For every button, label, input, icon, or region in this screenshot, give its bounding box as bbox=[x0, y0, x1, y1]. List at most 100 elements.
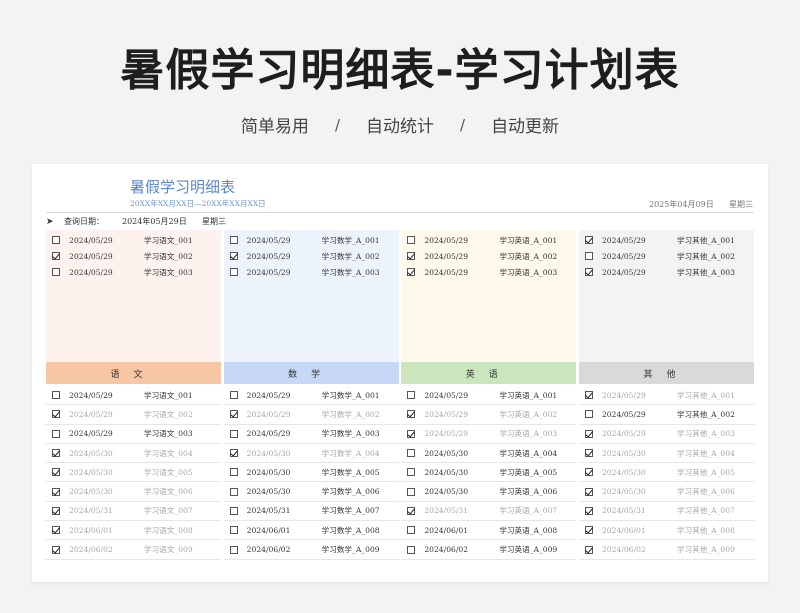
unchecked-checkbox[interactable] bbox=[52, 391, 60, 400]
task-name: 学习数学_A_008 bbox=[321, 525, 380, 535]
task-row: 2024/05/29 学习英语_A_003 bbox=[401, 264, 576, 280]
task-row: 2024/06/01 学习数学_A_008 bbox=[223, 521, 399, 541]
checked-checkbox[interactable] bbox=[407, 252, 416, 261]
checked-checkbox[interactable] bbox=[584, 268, 593, 277]
summary-panel-chinese: 2024/05/29 学习语文_001 2024/05/29 学习语文_002 2024… bbox=[46, 230, 221, 362]
unchecked-checkbox[interactable] bbox=[229, 468, 238, 477]
column-header-english: 英语 bbox=[401, 362, 577, 384]
task-date: 2024/05/30 bbox=[424, 487, 469, 497]
hero-title: 暑假学习明细表-学习计划表 bbox=[120, 45, 680, 96]
task-date: 2024/05/29 bbox=[69, 409, 113, 419]
unchecked-checkbox[interactable] bbox=[52, 268, 60, 277]
column-math: 2024/05/29 学习数学_A_001 2024/05/29 学习数学_A_002… bbox=[223, 230, 399, 582]
checked-checkbox[interactable] bbox=[229, 252, 238, 261]
checked-checkbox[interactable] bbox=[584, 487, 593, 496]
task-row: 2024/05/29 学习数学_A_003 bbox=[223, 425, 399, 444]
checked-checkbox[interactable] bbox=[584, 429, 593, 438]
unchecked-checkbox[interactable] bbox=[407, 236, 416, 245]
checked-checkbox[interactable] bbox=[584, 468, 593, 477]
task-row: 2024/05/30 学习英语_A_004 bbox=[401, 444, 577, 464]
task-name: 学习数学_A_004 bbox=[321, 448, 380, 458]
task-date: 2024/05/29 bbox=[424, 429, 469, 439]
task-row: 2024/05/29 学习其他_A_002 bbox=[578, 405, 754, 425]
checked-checkbox[interactable] bbox=[584, 506, 593, 515]
checked-checkbox[interactable] bbox=[52, 410, 60, 419]
task-row: 2024/05/29 学习语文_003 bbox=[46, 425, 221, 444]
task-date: 2024/05/31 bbox=[246, 506, 291, 516]
checked-checkbox[interactable] bbox=[52, 252, 60, 261]
task-name: 学习英语_A_006 bbox=[499, 487, 558, 497]
unchecked-checkbox[interactable] bbox=[407, 487, 416, 496]
checked-checkbox[interactable] bbox=[52, 545, 60, 554]
unchecked-checkbox[interactable] bbox=[407, 526, 416, 535]
unchecked-checkbox[interactable] bbox=[407, 468, 416, 477]
task-row: 2024/05/29 学习数学_A_001 bbox=[223, 386, 399, 406]
unchecked-checkbox[interactable] bbox=[52, 429, 60, 438]
task-name: 学习语文_003 bbox=[144, 429, 193, 439]
unchecked-checkbox[interactable] bbox=[407, 545, 416, 554]
task-date: 2024/05/29 bbox=[246, 429, 291, 439]
unchecked-checkbox[interactable] bbox=[229, 487, 238, 496]
task-name: 学习语文_006 bbox=[144, 487, 193, 497]
checked-checkbox[interactable] bbox=[229, 410, 238, 419]
task-name: 学习语文_002 bbox=[144, 251, 193, 261]
task-date: 2024/05/29 bbox=[424, 251, 469, 261]
task-name: 学习数学_A_002 bbox=[321, 251, 380, 261]
task-list-chinese: 2024/05/29 学习语文_001 2024/05/29 学习语文_002 2024… bbox=[46, 384, 221, 560]
unchecked-checkbox[interactable] bbox=[229, 526, 238, 535]
task-date: 2024/05/29 bbox=[246, 390, 291, 400]
task-row: 2024/05/29 学习语文_001 bbox=[46, 232, 221, 248]
checked-checkbox[interactable] bbox=[52, 506, 60, 515]
task-row: 2024/05/29 学习其他_A_002 bbox=[579, 248, 754, 264]
task-date: 2024/06/01 bbox=[424, 525, 469, 535]
task-name: 学习其他_A_004 bbox=[676, 448, 735, 458]
checked-checkbox[interactable] bbox=[52, 487, 60, 496]
query-date[interactable]: 2024年05月29日 bbox=[122, 216, 202, 227]
unchecked-checkbox[interactable] bbox=[229, 429, 238, 438]
task-name: 学习其他_A_003 bbox=[676, 429, 735, 439]
unchecked-checkbox[interactable] bbox=[229, 506, 238, 515]
task-row: 2024/06/01 学习语文_008 bbox=[46, 521, 221, 541]
task-row: 2024/05/29 学习数学_A_003 bbox=[224, 264, 399, 280]
unchecked-checkbox[interactable] bbox=[584, 410, 593, 419]
task-date: 2024/05/31 bbox=[424, 506, 469, 516]
unchecked-checkbox[interactable] bbox=[229, 268, 238, 277]
task-date: 2024/05/30 bbox=[69, 487, 113, 497]
task-date: 2024/05/30 bbox=[601, 467, 646, 477]
checked-checkbox[interactable] bbox=[407, 268, 416, 277]
task-date: 2024/05/29 bbox=[69, 429, 113, 439]
checked-checkbox[interactable] bbox=[584, 391, 593, 400]
task-name: 学习数学_A_001 bbox=[321, 235, 380, 245]
checked-checkbox[interactable] bbox=[407, 506, 416, 515]
unchecked-checkbox[interactable] bbox=[229, 545, 238, 554]
checked-checkbox[interactable] bbox=[584, 449, 593, 458]
subject-columns: 2024/05/29 学习语文_001 2024/05/29 学习语文_002 2024… bbox=[46, 230, 754, 582]
task-list-english: 2024/05/29 学习英语_A_001 2024/05/29 学习英语_A_002… bbox=[401, 384, 577, 560]
summary-panel-english: 2024/05/29 学习英语_A_001 2024/05/29 学习英语_A_002… bbox=[401, 230, 577, 362]
task-name: 学习数学_A_002 bbox=[321, 409, 380, 419]
task-name: 学习语文_002 bbox=[144, 409, 193, 419]
task-row: 2024/05/30 学习语文_006 bbox=[46, 482, 221, 502]
task-name: 学习语文_001 bbox=[144, 235, 193, 245]
checked-checkbox[interactable] bbox=[584, 526, 593, 535]
unchecked-checkbox[interactable] bbox=[229, 391, 238, 400]
current-weekday: 星期三 bbox=[729, 200, 753, 209]
task-name: 学习数学_A_006 bbox=[321, 487, 380, 497]
unchecked-checkbox[interactable] bbox=[407, 391, 416, 400]
unchecked-checkbox[interactable] bbox=[229, 236, 238, 245]
checked-checkbox[interactable] bbox=[407, 410, 416, 419]
unchecked-checkbox[interactable] bbox=[584, 252, 593, 261]
checked-checkbox[interactable] bbox=[584, 236, 593, 245]
checked-checkbox[interactable] bbox=[407, 429, 416, 438]
task-date: 2024/05/29 bbox=[246, 267, 291, 277]
checked-checkbox[interactable] bbox=[584, 545, 593, 554]
unchecked-checkbox[interactable] bbox=[407, 449, 416, 458]
task-row: 2024/06/02 学习其他_A_009 bbox=[578, 540, 754, 560]
checked-checkbox[interactable] bbox=[52, 449, 60, 458]
task-row: 2024/05/31 学习其他_A_007 bbox=[578, 502, 754, 522]
unchecked-checkbox[interactable] bbox=[52, 236, 60, 245]
checked-checkbox[interactable] bbox=[52, 468, 60, 477]
column-header-other: 其他 bbox=[578, 362, 754, 384]
checked-checkbox[interactable] bbox=[229, 449, 238, 458]
checked-checkbox[interactable] bbox=[52, 526, 60, 535]
